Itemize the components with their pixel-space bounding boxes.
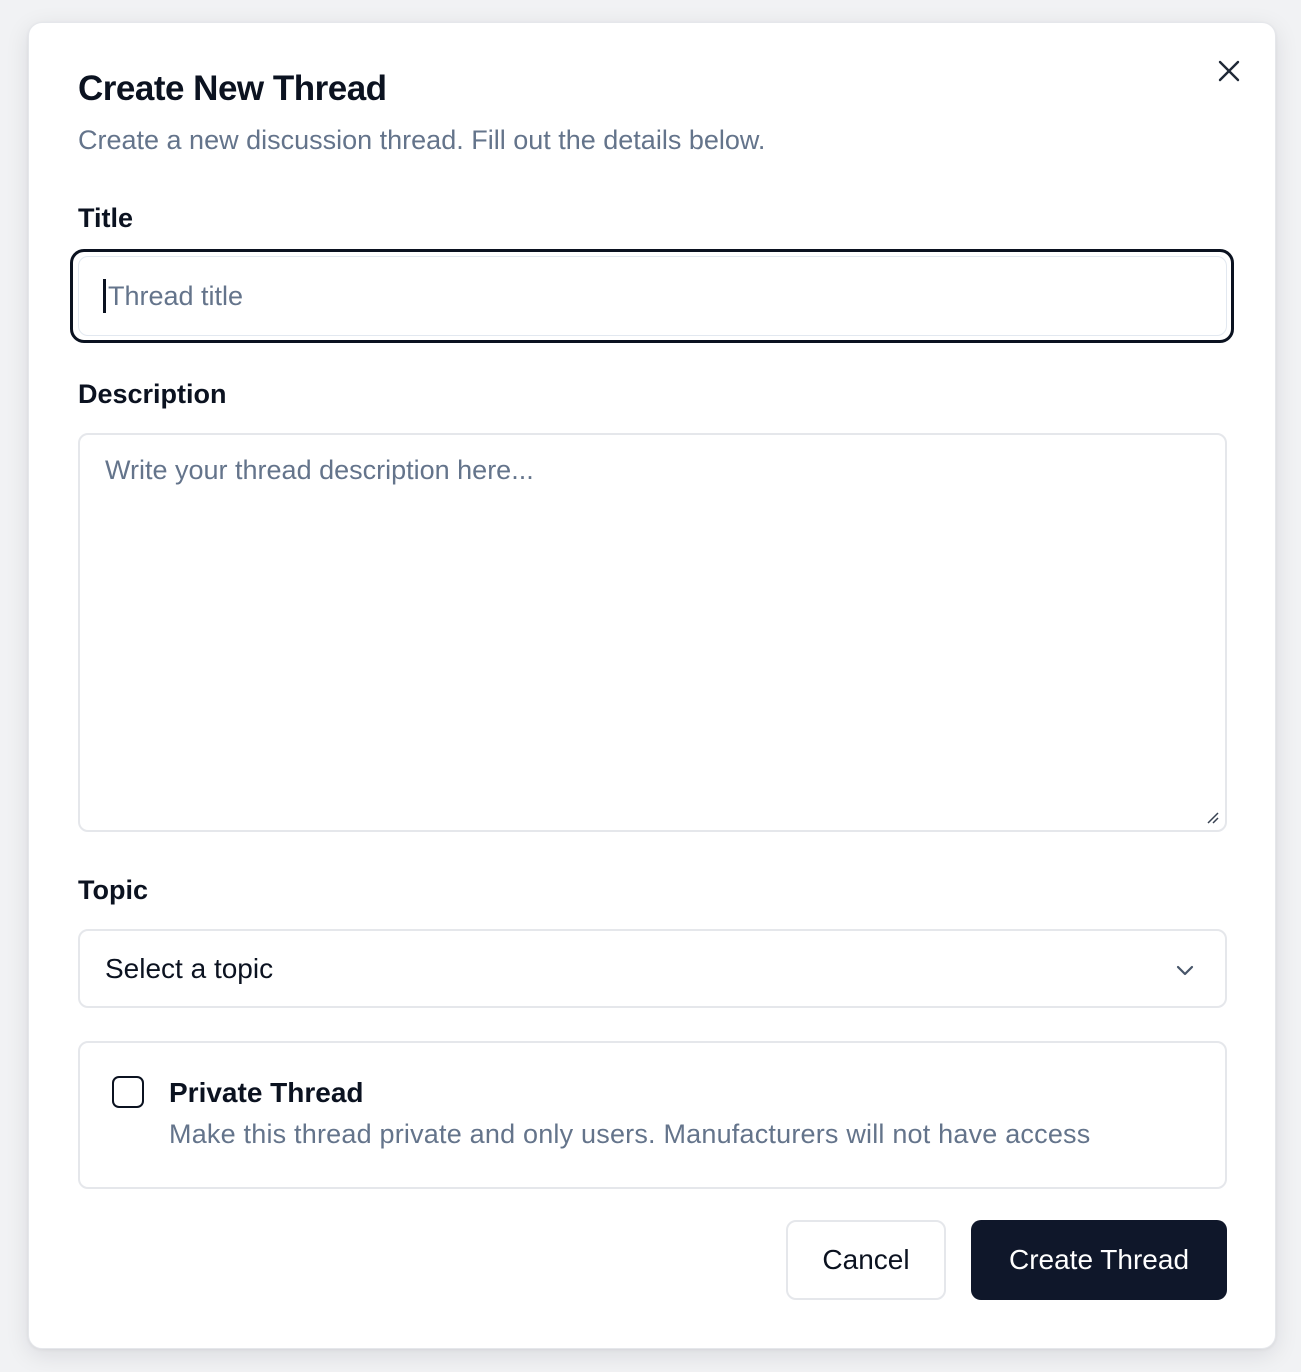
topic-selected-value: Select a topic: [105, 952, 274, 984]
topic-select[interactable]: Select a topic: [78, 929, 1227, 1008]
description-placeholder: Write your thread description here...: [105, 455, 534, 485]
resize-handle-icon[interactable]: [1205, 810, 1219, 824]
private-thread-description: Make this thread private and only users.…: [169, 1119, 1091, 1149]
private-thread-option: Private Thread Make this thread private …: [78, 1041, 1227, 1189]
cancel-button[interactable]: Cancel: [786, 1220, 946, 1300]
create-thread-dialog: Create New Thread Create a new discussio…: [28, 22, 1276, 1349]
title-label: Title: [78, 203, 134, 233]
close-icon: [1218, 60, 1240, 82]
text-caret: [103, 279, 106, 313]
topic-label: Topic: [78, 875, 148, 905]
private-thread-label[interactable]: Private Thread: [169, 1077, 364, 1109]
private-thread-checkbox[interactable]: [112, 1076, 144, 1108]
close-button[interactable]: [1215, 57, 1243, 85]
title-input[interactable]: Thread title: [78, 256, 1227, 336]
create-thread-button[interactable]: Create Thread: [971, 1220, 1227, 1300]
description-label: Description: [78, 379, 227, 409]
chevron-down-icon: [1176, 965, 1194, 976]
dialog-subtitle: Create a new discussion thread. Fill out…: [78, 125, 766, 155]
title-placeholder: Thread title: [108, 280, 244, 311]
description-textarea[interactable]: Write your thread description here...: [78, 433, 1227, 832]
dialog-title: Create New Thread: [78, 69, 387, 108]
